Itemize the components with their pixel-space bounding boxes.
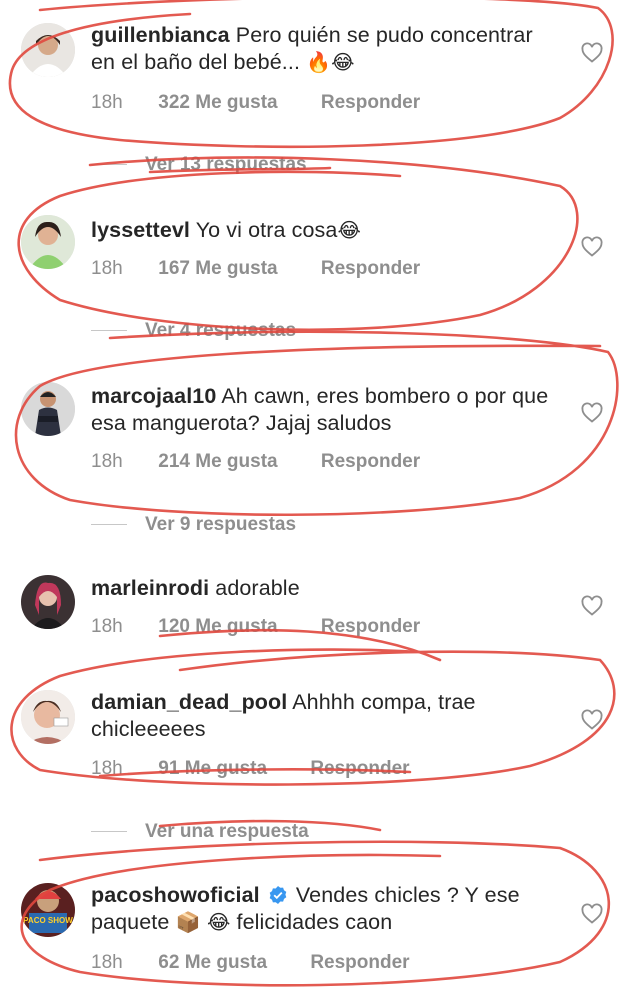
avatar[interactable] [21, 215, 75, 269]
reply-button[interactable]: Responder [310, 952, 409, 974]
comment-username[interactable]: marleinrodi [91, 576, 209, 600]
comment-username[interactable]: guillenbianca [91, 23, 230, 47]
comment-text: pacoshowoficial Vendes chicles ? Y ese p… [91, 882, 561, 936]
comment-meta: 18h 214 Me gusta Responder [91, 451, 420, 473]
comment-meta: 18h 322 Me gusta Responder [91, 92, 420, 114]
comment-emoji: 📦 😂 [175, 910, 231, 934]
comment-emoji: 😂 [337, 218, 361, 242]
reply-button[interactable]: Responder [321, 451, 420, 473]
reply-button[interactable]: Responder [321, 92, 420, 114]
verified-badge-icon [268, 885, 288, 905]
replies-divider [91, 831, 127, 833]
comment-text: damian_dead_pool Ahhhh compa, trae chicl… [91, 689, 561, 743]
heart-outline-icon[interactable] [580, 401, 604, 425]
comment-meta: 18h 167 Me gusta Responder [91, 258, 420, 280]
replies-divider [91, 524, 127, 526]
comment-username[interactable]: pacoshowoficial [91, 883, 260, 907]
like-count[interactable]: 120 Me gusta [158, 616, 277, 638]
heart-outline-icon[interactable] [580, 41, 604, 65]
comment-emoji: 🔥😂 [306, 50, 355, 74]
comment-username[interactable]: lyssettevl [91, 218, 190, 242]
heart-outline-icon[interactable] [580, 235, 604, 259]
heart-outline-icon[interactable] [580, 708, 604, 732]
avatar[interactable] [21, 382, 75, 436]
comment-time: 18h [91, 92, 123, 113]
comment-text: marleinrodi adorable [91, 575, 561, 602]
view-replies-label[interactable]: Ver 13 respuestas [145, 154, 307, 175]
heart-outline-icon[interactable] [580, 902, 604, 926]
comment-meta: 18h 62 Me gusta Responder [91, 952, 410, 974]
replies-divider [91, 330, 127, 332]
reply-button[interactable]: Responder [321, 616, 420, 638]
comment-body: adorable [215, 576, 300, 600]
comment-time: 18h [91, 616, 123, 637]
comment-time: 18h [91, 758, 123, 779]
comment-username[interactable]: marcojaal10 [91, 384, 216, 408]
comment-text: marcojaal10 Ah cawn, eres bombero o por … [91, 383, 561, 437]
like-count[interactable]: 167 Me gusta [158, 258, 277, 280]
avatar[interactable]: PACO SHOW [21, 883, 75, 937]
view-replies-label[interactable]: Ver 9 respuestas [145, 514, 296, 535]
comment-text: guillenbianca Pero quién se pudo concent… [91, 22, 561, 76]
comment-time: 18h [91, 451, 123, 472]
comment-body-end: felicidades caon [236, 910, 393, 934]
like-count[interactable]: 214 Me gusta [158, 451, 277, 473]
comment-username[interactable]: damian_dead_pool [91, 690, 287, 714]
like-count[interactable]: 62 Me gusta [158, 952, 267, 974]
like-count[interactable]: 322 Me gusta [158, 92, 277, 114]
heart-outline-icon[interactable] [580, 594, 604, 618]
scribble-annotations [8, 0, 619, 987]
reply-button[interactable]: Responder [310, 758, 409, 780]
reply-button[interactable]: Responder [321, 258, 420, 280]
comment-text: lyssettevl Yo vi otra cosa😂 [91, 217, 561, 244]
avatar[interactable] [21, 23, 75, 77]
avatar[interactable] [21, 690, 75, 744]
avatar-label: PACO SHOW [23, 916, 73, 925]
view-replies-button[interactable]: Ver 4 respuestas [91, 320, 296, 342]
view-replies-button[interactable]: Ver 13 respuestas [91, 154, 307, 176]
comment-body: Yo vi otra cosa [195, 218, 338, 242]
comment-time: 18h [91, 258, 123, 279]
view-replies-button[interactable]: Ver una respuesta [91, 821, 309, 843]
comment-meta: 18h 91 Me gusta Responder [91, 758, 410, 780]
view-replies-label[interactable]: Ver 4 respuestas [145, 320, 296, 341]
like-count[interactable]: 91 Me gusta [158, 758, 267, 780]
replies-divider [91, 164, 127, 166]
comment-time: 18h [91, 952, 123, 973]
comment-meta: 18h 120 Me gusta Responder [91, 616, 420, 638]
view-replies-button[interactable]: Ver 9 respuestas [91, 514, 296, 536]
avatar[interactable] [21, 575, 75, 629]
view-replies-label[interactable]: Ver una respuesta [145, 821, 309, 842]
